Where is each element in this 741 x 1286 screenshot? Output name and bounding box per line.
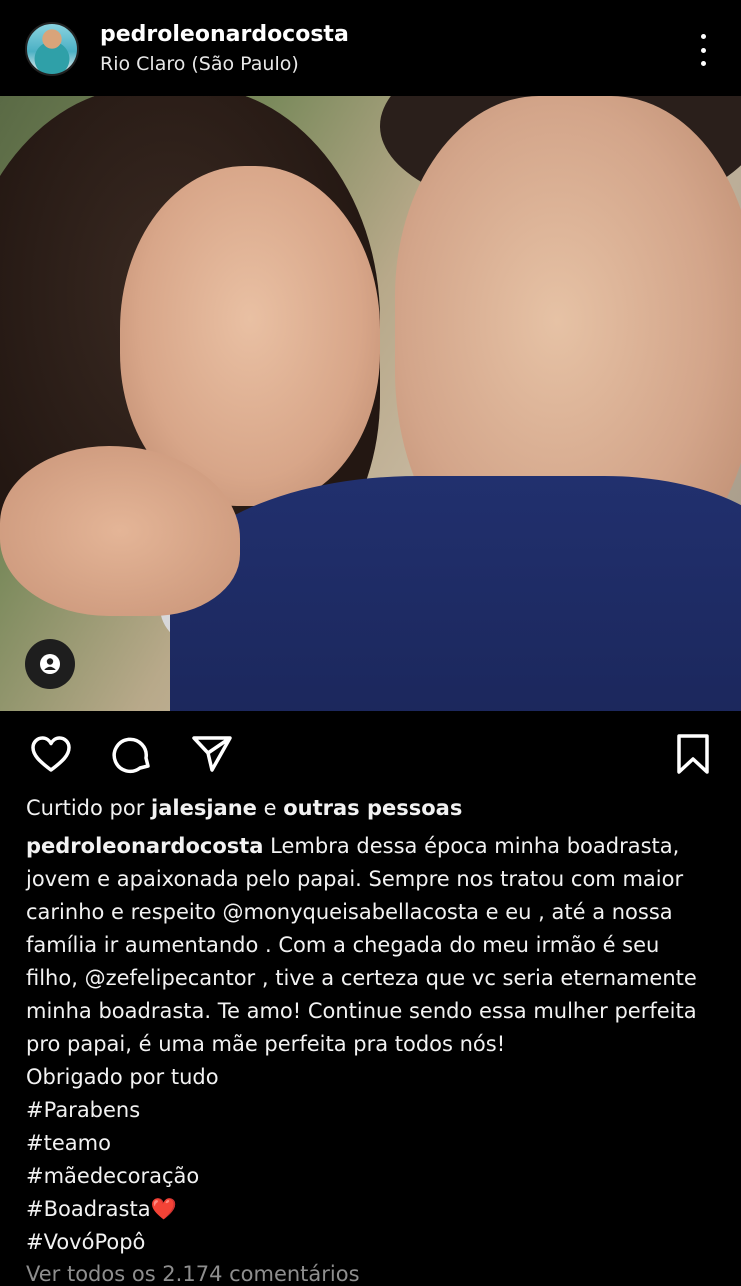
caption-line: pro papai, é uma mãe perfeita pra todos …: [26, 1032, 506, 1056]
comment-icon: [112, 737, 150, 774]
post-username[interactable]: pedroleonardocosta: [100, 22, 349, 47]
caption-line: minha boadrasta. Te amo! Continue sendo …: [26, 999, 697, 1023]
post-photo[interactable]: [0, 96, 741, 711]
comment-button[interactable]: [106, 728, 158, 780]
caption-line: pedroleonardocosta Lembra dessa época mi…: [26, 830, 726, 863]
liked-by-text[interactable]: Curtido por jalesjane e outras pessoas: [26, 796, 462, 820]
liked-by-joiner: e: [256, 796, 284, 820]
caption-hashtag[interactable]: #VovóPopô: [26, 1226, 726, 1259]
post-location[interactable]: Rio Claro (São Paulo): [100, 53, 299, 75]
liked-by-others[interactable]: outras pessoas: [283, 796, 462, 820]
caption-line: filho, @zefelipecantor , tive a certeza …: [26, 966, 697, 990]
more-vertical-icon-dot: [700, 47, 706, 53]
caption-hashtag[interactable]: #teamo: [26, 1127, 726, 1160]
share-button[interactable]: [186, 728, 238, 780]
caption-hashtag[interactable]: #Boadrasta❤️: [26, 1193, 726, 1226]
user-tag-icon: [40, 654, 60, 674]
caption-text: Lembra dessa época minha boadrasta,: [270, 834, 680, 858]
more-vertical-icon: [700, 34, 706, 39]
liked-by-user[interactable]: jalesjane: [151, 796, 257, 820]
caption-hashtag[interactable]: #mãedecoração: [26, 1160, 726, 1193]
post-header: pedroleonardocosta Rio Claro (São Paulo): [0, 0, 741, 96]
caption-line: carinho e respeito @monyqueisabellacosta…: [26, 900, 673, 924]
caption-line: jovem e apaixonada pelo papai. Sempre no…: [26, 867, 684, 891]
caption-username[interactable]: pedroleonardocosta: [26, 834, 263, 858]
like-button[interactable]: [25, 728, 77, 780]
caption-line: família ir aumentando . Com a chegada do…: [26, 933, 660, 957]
bookmark-icon: [677, 734, 709, 774]
save-button[interactable]: [667, 728, 719, 780]
caption-hashtag[interactable]: #Parabens: [26, 1094, 726, 1127]
more-vertical-icon-dot: [700, 61, 706, 66]
photo-area: [170, 476, 741, 711]
send-icon: [192, 736, 232, 772]
post-actions-bar: [0, 728, 741, 780]
caption-line: Obrigado por tudo: [26, 1065, 219, 1089]
more-options-button[interactable]: [688, 30, 718, 70]
profile-avatar[interactable]: [25, 22, 79, 76]
post-caption: pedroleonardocosta Lembra dessa época mi…: [26, 830, 726, 1259]
view-all-comments-link[interactable]: Ver todos os 2.174 comentários: [26, 1262, 360, 1286]
liked-by-prefix: Curtido por: [26, 796, 145, 820]
user-tag-button[interactable]: [25, 639, 75, 689]
heart-icon: [31, 736, 71, 772]
